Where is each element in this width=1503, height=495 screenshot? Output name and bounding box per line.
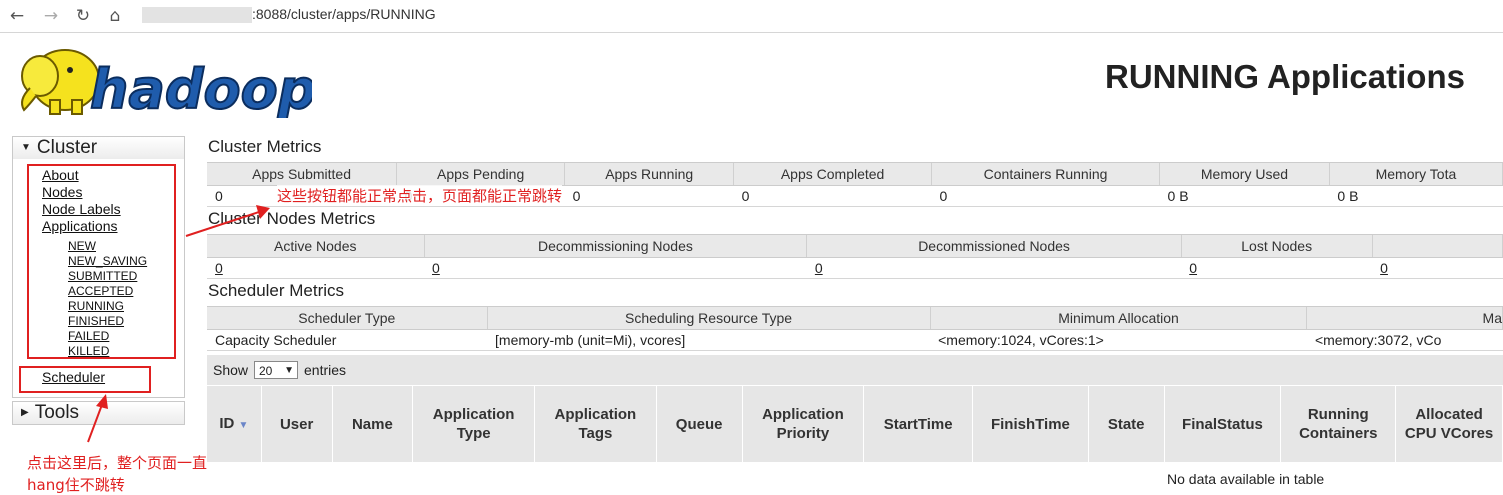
- col-scheduler-type: Scheduler Type: [207, 307, 488, 330]
- arrow-right-icon[interactable]: →: [40, 5, 62, 27]
- col-active-nodes: Active Nodes: [207, 235, 425, 258]
- col-user[interactable]: User: [261, 385, 333, 462]
- value-decommissioned-nodes[interactable]: 0: [806, 257, 1182, 279]
- col-queue[interactable]: Queue: [656, 385, 743, 462]
- triangle-down-icon: ▼: [21, 142, 31, 153]
- svg-text:hadoop: hadoop: [90, 58, 312, 118]
- page-title: RUNNING Applications: [1105, 58, 1465, 95]
- col-containers-running: Containers Running: [931, 163, 1161, 186]
- arrow-left-icon[interactable]: ←: [6, 5, 28, 27]
- applications-table-panel: Show 20 ▼ entries ID ▼ User Name Applica…: [207, 355, 1503, 495]
- triangle-right-icon: ▶: [21, 407, 29, 418]
- annotation-box-scheduler: [19, 366, 151, 393]
- nodes-metrics-title: Cluster Nodes Metrics: [208, 209, 376, 228]
- col-decommissioning-nodes: Decommissioning Nodes: [424, 235, 808, 258]
- col-decommissioned-nodes: Decommissioned Nodes: [806, 235, 1182, 258]
- value-decommissioning-nodes[interactable]: 0: [424, 257, 807, 279]
- col-id[interactable]: ID ▼: [207, 385, 262, 462]
- scheduler-metrics-title: Scheduler Metrics: [208, 281, 345, 300]
- col-running-containers[interactable]: Running Containers: [1280, 385, 1397, 462]
- elephant-icon: [21, 49, 100, 115]
- entries-label: entries: [304, 362, 347, 378]
- scheduler-metrics-table: Scheduler Type Scheduling Resource Type …: [207, 306, 1503, 351]
- value-scheduler-type: Capacity Scheduler: [207, 329, 488, 351]
- col-scheduling-resource-type: Scheduling Resource Type: [487, 307, 931, 330]
- empty-table-message: No data available in table: [1167, 471, 1325, 487]
- col-apps-running: Apps Running: [564, 163, 735, 186]
- home-icon[interactable]: ⌂: [104, 5, 126, 27]
- col-memory-total: Memory Tota: [1329, 163, 1503, 186]
- value-memory-total: 0 B: [1329, 185, 1503, 207]
- entries-select[interactable]: 20 ▼: [254, 361, 298, 379]
- show-label: Show: [213, 362, 249, 378]
- url-redacted-host: [142, 7, 252, 23]
- col-more-nodes: [1372, 235, 1503, 258]
- hadoop-logo: hadoop: [21, 49, 312, 118]
- col-minimum-allocation: Minimum Allocation: [930, 307, 1308, 330]
- tools-label: Tools: [34, 402, 80, 424]
- col-apps-submitted: Apps Submitted: [207, 163, 398, 186]
- cluster-metrics-title: Cluster Metrics: [208, 137, 322, 156]
- value-apps-completed: 0: [733, 185, 932, 207]
- col-name[interactable]: Name: [332, 385, 414, 462]
- chevron-down-icon: ▼: [284, 365, 294, 376]
- col-final-status[interactable]: FinalStatus: [1164, 385, 1282, 462]
- col-application-priority[interactable]: Application Priority: [742, 385, 865, 462]
- tools-nav-panel[interactable]: ▶ Tools: [12, 401, 185, 425]
- nodes-metrics-table: Active Nodes Decommissioning Nodes Decom…: [207, 234, 1503, 279]
- value-memory-used: 0 B: [1159, 185, 1330, 207]
- col-state[interactable]: State: [1088, 385, 1165, 462]
- applications-table: ID ▼ User Name Application Type Applicat…: [207, 385, 1503, 462]
- col-allocated-cpu-vcores[interactable]: Allocated CPU VCores: [1395, 385, 1503, 462]
- col-lost-nodes: Lost Nodes: [1181, 235, 1373, 258]
- annotation-note-scheduler-1: 点击这里后，整个页面一直: [27, 454, 208, 472]
- reload-icon[interactable]: ↻: [72, 5, 94, 27]
- entries-value: 20: [259, 364, 273, 378]
- empty-table-row: No data available in table: [207, 463, 1503, 495]
- annotation-box-links: [27, 164, 176, 359]
- col-application-type[interactable]: Application Type: [412, 385, 536, 462]
- value-lost-nodes[interactable]: 0: [1181, 257, 1373, 279]
- cluster-label: Cluster: [36, 137, 98, 159]
- entries-bar: Show 20 ▼ entries: [207, 355, 1503, 385]
- col-apps-pending: Apps Pending: [396, 163, 566, 186]
- col-maximum-allocation: Ma: [1306, 307, 1503, 330]
- value-more-nodes[interactable]: 0: [1372, 257, 1503, 279]
- col-memory-used: Memory Used: [1159, 163, 1330, 186]
- col-finish-time[interactable]: FinishTime: [972, 385, 1089, 462]
- sort-desc-icon: ▼: [238, 419, 249, 431]
- value-active-nodes[interactable]: 0: [207, 257, 425, 279]
- col-start-time[interactable]: StartTime: [863, 385, 974, 462]
- tools-section-header[interactable]: ▶ Tools: [13, 402, 184, 424]
- col-application-tags[interactable]: Application Tags: [534, 385, 657, 462]
- value-containers-running: 0: [931, 185, 1160, 207]
- annotation-note-scheduler-2: hang住不跳转: [27, 476, 125, 494]
- address-bar[interactable]: :8088/cluster/apps/RUNNING: [252, 6, 436, 22]
- value-maximum-allocation: <memory:3072, vCo: [1306, 329, 1503, 351]
- col-apps-completed: Apps Completed: [733, 163, 933, 186]
- browser-toolbar: ← → ↻ ⌂ :8088/cluster/apps/RUNNING: [0, 0, 1503, 33]
- annotation-note-links: 这些按钮都能正常点击，页面都能正常跳转: [277, 185, 563, 206]
- value-apps-running: 0: [564, 185, 734, 207]
- value-scheduling-resource-type: [memory-mb (unit=Mi), vcores]: [487, 329, 931, 351]
- cluster-section-header[interactable]: ▼ Cluster: [13, 137, 184, 159]
- value-minimum-allocation: <memory:1024, vCores:1>: [930, 329, 1307, 351]
